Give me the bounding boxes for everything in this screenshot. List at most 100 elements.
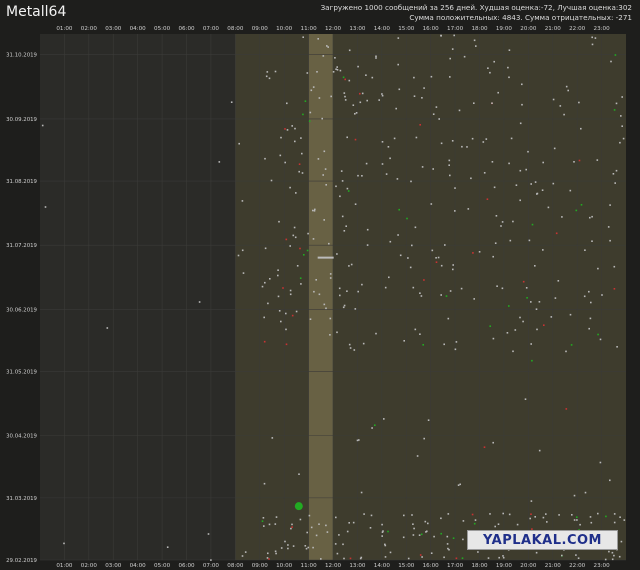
message-point bbox=[426, 530, 428, 533]
message-point bbox=[402, 536, 405, 539]
message-point bbox=[462, 520, 465, 522]
message-point bbox=[591, 240, 593, 242]
message-point bbox=[621, 96, 623, 98]
message-point bbox=[355, 112, 358, 114]
message-point bbox=[559, 105, 562, 107]
message-point bbox=[530, 183, 532, 185]
x-tick-label-top: 19:00 bbox=[496, 26, 513, 32]
message-point bbox=[336, 331, 338, 334]
message-point bbox=[360, 491, 363, 494]
message-point bbox=[237, 254, 240, 257]
message-point bbox=[611, 551, 614, 554]
message-point bbox=[286, 102, 288, 105]
message-point bbox=[497, 91, 499, 94]
message-point bbox=[613, 521, 616, 524]
message-point bbox=[519, 199, 521, 202]
message-point bbox=[589, 317, 592, 320]
message-point bbox=[550, 316, 553, 318]
message-point bbox=[325, 524, 327, 527]
message-point bbox=[451, 48, 454, 50]
message-point bbox=[284, 161, 286, 164]
message-point bbox=[241, 200, 244, 202]
message-point bbox=[462, 538, 464, 541]
message-point bbox=[358, 439, 360, 441]
message-point bbox=[348, 49, 351, 52]
x-tick-label-top: 23:00 bbox=[594, 26, 611, 32]
message-point bbox=[535, 308, 538, 310]
message-point bbox=[264, 247, 267, 250]
message-point bbox=[361, 175, 363, 177]
message-point bbox=[264, 157, 266, 160]
x-tick-label-top: 06:00 bbox=[178, 26, 195, 32]
message-point bbox=[605, 515, 607, 518]
message-point bbox=[306, 249, 309, 252]
message-point bbox=[535, 551, 538, 554]
message-point bbox=[613, 265, 616, 268]
y-tick-label: 29.02.2019 bbox=[6, 558, 37, 564]
message-point bbox=[430, 203, 433, 205]
message-point bbox=[553, 147, 556, 150]
message-point bbox=[261, 285, 264, 288]
message-point bbox=[336, 66, 338, 68]
message-point bbox=[411, 244, 413, 247]
message-point bbox=[459, 483, 461, 486]
message-point bbox=[403, 340, 405, 342]
x-tick-label-bottom: 09:00 bbox=[252, 563, 269, 569]
message-point bbox=[423, 87, 425, 89]
message-point bbox=[580, 127, 582, 130]
message-point bbox=[166, 546, 169, 548]
message-point bbox=[427, 522, 429, 525]
message-point bbox=[457, 484, 460, 486]
x-tick-label-bottom: 23:00 bbox=[594, 563, 611, 569]
message-point bbox=[615, 102, 618, 105]
message-point bbox=[295, 192, 297, 194]
message-point bbox=[387, 530, 389, 533]
message-point bbox=[198, 301, 201, 303]
message-point bbox=[339, 195, 341, 198]
message-point bbox=[207, 533, 210, 535]
x-tick-label-bottom: 14:00 bbox=[374, 563, 391, 569]
message-point bbox=[526, 297, 528, 299]
message-point bbox=[413, 95, 416, 97]
message-point bbox=[348, 265, 350, 267]
message-point bbox=[303, 254, 305, 256]
message-point bbox=[365, 74, 367, 76]
message-point bbox=[508, 305, 510, 307]
message-point bbox=[342, 76, 345, 79]
message-point bbox=[353, 349, 356, 351]
message-point bbox=[238, 142, 240, 145]
message-point bbox=[608, 550, 610, 553]
message-point bbox=[350, 263, 353, 266]
x-tick-label-top: 05:00 bbox=[154, 26, 171, 32]
message-point bbox=[339, 69, 342, 72]
message-point bbox=[381, 163, 384, 165]
message-point bbox=[335, 516, 337, 519]
message-point bbox=[403, 514, 405, 517]
message-point bbox=[342, 543, 344, 546]
message-point bbox=[271, 437, 274, 439]
message-point bbox=[473, 298, 475, 300]
message-point bbox=[455, 341, 458, 343]
message-point bbox=[345, 225, 347, 227]
x-tick-label-top: 04:00 bbox=[130, 26, 147, 32]
message-point bbox=[494, 242, 497, 244]
message-point bbox=[393, 137, 396, 140]
message-point bbox=[522, 280, 525, 283]
message-point bbox=[314, 208, 316, 211]
x-tick-label-bottom: 10:00 bbox=[276, 563, 293, 569]
message-point bbox=[491, 102, 493, 104]
message-point bbox=[521, 83, 523, 86]
message-point bbox=[536, 192, 539, 195]
message-point bbox=[218, 161, 221, 163]
message-point bbox=[491, 161, 494, 163]
message-point bbox=[343, 557, 345, 560]
message-point bbox=[609, 479, 611, 482]
message-point bbox=[338, 287, 341, 290]
message-point bbox=[300, 137, 302, 139]
message-point bbox=[589, 216, 591, 219]
message-point bbox=[338, 534, 340, 536]
message-point bbox=[620, 540, 623, 543]
message-point bbox=[287, 547, 289, 550]
message-point bbox=[279, 154, 282, 157]
message-point bbox=[467, 208, 470, 210]
